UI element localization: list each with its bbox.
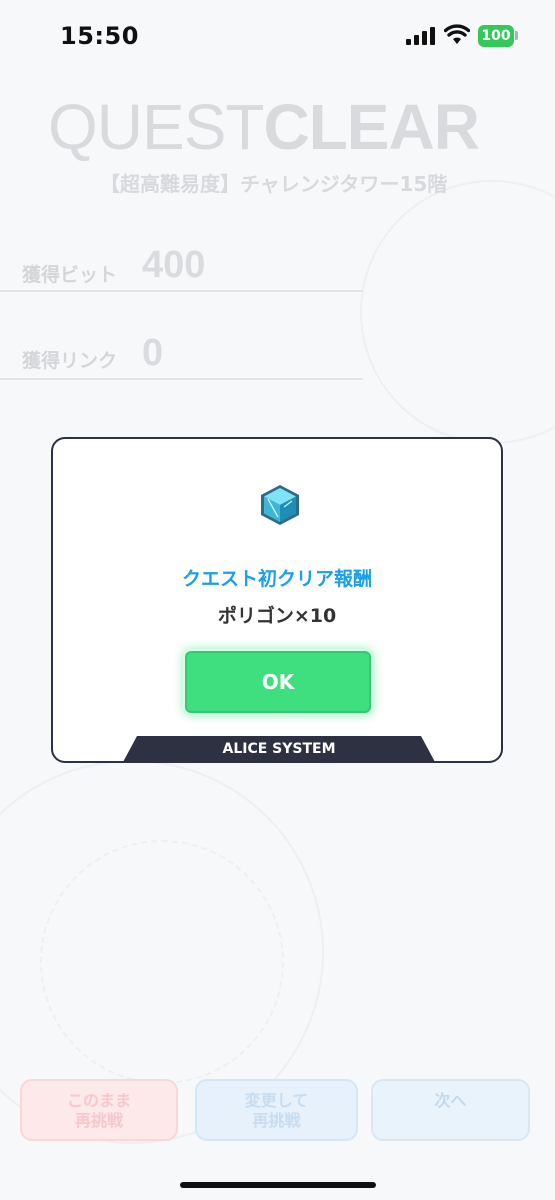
- retry-same-line2: 再挑戦: [74, 1111, 123, 1130]
- stat-link-label: 獲得リンク: [22, 350, 118, 372]
- reward-dialog: クエスト初クリア報酬 ポリゴン×10 OK ALICE SYSTEM: [51, 437, 503, 763]
- dialog-footer: ALICE SYSTEM: [123, 736, 435, 762]
- ok-button[interactable]: OK: [183, 649, 373, 715]
- next-button[interactable]: 次へ: [371, 1079, 530, 1141]
- decoration-circle: [360, 180, 555, 444]
- retry-same-button[interactable]: このまま 再挑戦: [20, 1079, 178, 1141]
- stat-link: 獲得リンク 0: [0, 328, 363, 380]
- wifi-icon: [444, 24, 470, 44]
- status-bar: 15:50 100: [0, 0, 555, 72]
- screen: QUESTCLEAR 【超高難易度】チャレンジタワー15階 獲得ビット 400 …: [0, 0, 555, 1200]
- stat-link-value: 0: [142, 332, 164, 374]
- quest-name: 【超高難易度】チャレンジタワー15階: [100, 172, 448, 196]
- signal-icon: [406, 27, 435, 45]
- reward-text: ポリゴン×10: [217, 605, 337, 627]
- retry-change-button[interactable]: 変更して 再挑戦: [195, 1079, 358, 1141]
- status-time: 15:50: [60, 22, 139, 50]
- dialog-title: クエスト初クリア報酬: [181, 568, 372, 590]
- battery-icon: 100: [478, 25, 514, 47]
- retry-same-line1: このまま: [66, 1091, 131, 1110]
- stat-bit-value: 400: [142, 244, 206, 286]
- quest-clear-title: QUESTCLEAR: [48, 90, 480, 164]
- title-quest: QUEST: [48, 91, 264, 163]
- footer-label: ALICE SYSTEM: [222, 741, 336, 757]
- retry-change-line2: 再挑戦: [252, 1111, 301, 1130]
- home-indicator[interactable]: [180, 1182, 376, 1188]
- battery-tip: [515, 31, 518, 40]
- decoration-circle: [40, 840, 284, 1084]
- next-label: 次へ: [434, 1091, 467, 1110]
- retry-change-line1: 変更して: [244, 1091, 309, 1110]
- stat-bit-label: 獲得ビット: [22, 264, 118, 286]
- polygon-cube-icon: [261, 485, 299, 525]
- stat-bit: 獲得ビット 400: [0, 240, 363, 292]
- title-clear: CLEAR: [263, 91, 479, 163]
